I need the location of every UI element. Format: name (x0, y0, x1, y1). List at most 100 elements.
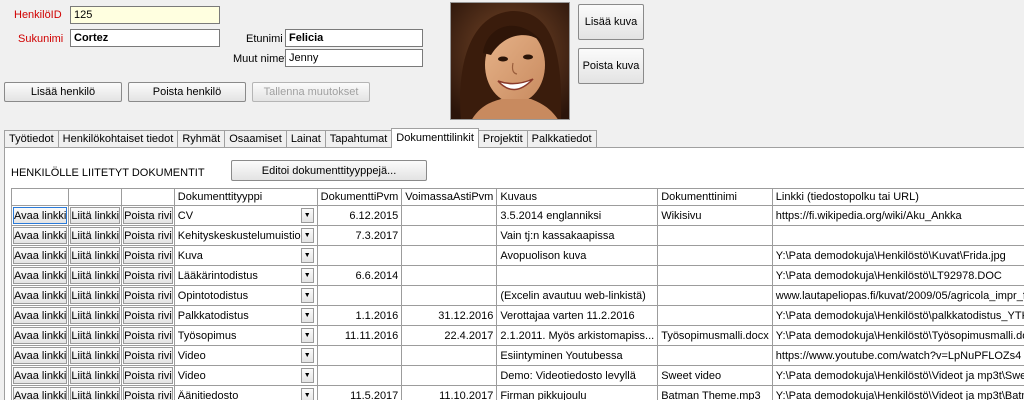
attach-link-button[interactable]: Liitä linkki (70, 327, 121, 344)
document-name-cell[interactable] (657, 285, 773, 306)
open-link-button[interactable]: Avaa linkki (13, 387, 68, 400)
description-cell[interactable]: Avopuolison kuva (496, 245, 659, 266)
link-cell[interactable] (771, 225, 1024, 246)
document-type-cell[interactable]: Palkkatodistus ▼ (173, 305, 318, 326)
chevron-down-icon[interactable]: ▼ (300, 348, 314, 363)
link-cell[interactable]: Y:\Pata demodokuja\Henkilöstö\Videot ja … (771, 365, 1024, 386)
lastname-field[interactable]: Cortez (70, 29, 220, 47)
document-date-cell[interactable]: 1.1.2016 (316, 305, 403, 326)
document-type-cell[interactable]: Kehityskeskustelumuistio ▼ (173, 225, 318, 246)
delete-row-button[interactable]: Poista rivi (123, 327, 173, 344)
document-date-cell[interactable]: 6.12.2015 (316, 205, 403, 226)
firstname-field[interactable]: Felicia (285, 29, 423, 47)
document-type-cell[interactable]: Lääkärintodistus ▼ (173, 265, 318, 286)
link-cell[interactable]: www.lautapeliopas.fi/kuvat/2009/05/agric… (771, 285, 1024, 306)
description-cell[interactable]: Esiintyminen Youtubessa (496, 345, 659, 366)
description-cell[interactable] (496, 265, 659, 286)
open-link-button[interactable]: Avaa linkki (13, 247, 68, 264)
description-cell[interactable]: Firman pikkujoulu (496, 385, 659, 400)
add-person-button[interactable]: Lisää henkilö (4, 82, 122, 102)
document-type-combo[interactable]: Opintotodistus ▼ (178, 288, 314, 303)
othernames-field[interactable]: Jenny (285, 49, 423, 67)
document-name-cell[interactable]: Wikisivu (657, 205, 773, 226)
tab-palkkatiedot[interactable]: Palkkatiedot (526, 130, 597, 148)
document-type-cell[interactable]: Työsopimus ▼ (173, 325, 318, 346)
tab-projektit[interactable]: Projektit (477, 130, 528, 148)
open-link-button[interactable]: Avaa linkki (13, 227, 68, 244)
attach-link-button[interactable]: Liitä linkki (70, 307, 121, 324)
attach-link-button[interactable]: Liitä linkki (70, 387, 121, 400)
tab-dokumenttilinkit[interactable]: Dokumenttilinkit (391, 128, 479, 148)
attach-link-button[interactable]: Liitä linkki (70, 247, 121, 264)
tab-henkilokohtaiset-tiedot[interactable]: Henkilökohtaiset tiedot (57, 130, 179, 148)
valid-until-cell[interactable] (401, 205, 498, 226)
document-type-cell[interactable]: Äänitiedosto ▼ (173, 385, 318, 400)
document-type-combo[interactable]: Äänitiedosto ▼ (178, 388, 314, 400)
chevron-down-icon[interactable]: ▼ (300, 228, 314, 243)
document-name-cell[interactable] (657, 245, 773, 266)
tab-ryhmat[interactable]: Ryhmät (177, 130, 226, 148)
add-image-button[interactable]: Lisää kuva (578, 4, 644, 40)
column-header-linkki[interactable]: Linkki (tiedostopolku tai URL) (771, 188, 1024, 206)
valid-until-cell[interactable] (401, 265, 498, 286)
delete-row-button[interactable]: Poista rivi (123, 387, 173, 400)
document-name-cell[interactable] (657, 225, 773, 246)
edit-document-types-button[interactable]: Editoi dokumenttityyppejä... (231, 160, 427, 181)
link-cell[interactable]: https://fi.wikipedia.org/wiki/Aku_Ankka (771, 205, 1024, 226)
valid-until-cell[interactable] (401, 225, 498, 246)
link-cell[interactable]: Y:\Pata demodokuja\Henkilöstö\Kuvat\Frid… (771, 245, 1024, 266)
document-type-cell[interactable]: Opintotodistus ▼ (173, 285, 318, 306)
document-date-cell[interactable] (316, 245, 403, 266)
delete-row-button[interactable]: Poista rivi (123, 227, 173, 244)
delete-row-button[interactable]: Poista rivi (123, 207, 173, 224)
column-header-kuvaus[interactable]: Kuvaus (496, 188, 659, 206)
document-type-cell[interactable]: CV ▼ (173, 205, 318, 226)
tab-osaamiset[interactable]: Osaamiset (224, 130, 287, 148)
link-cell[interactable]: Y:\Pata demodokuja\Henkilöstö\Videot ja … (771, 385, 1024, 400)
document-name-cell[interactable] (657, 345, 773, 366)
document-type-combo[interactable]: Lääkärintodistus ▼ (178, 268, 314, 283)
open-link-button[interactable]: Avaa linkki (13, 347, 68, 364)
delete-row-button[interactable]: Poista rivi (123, 307, 173, 324)
document-date-cell[interactable] (316, 345, 403, 366)
attach-link-button[interactable]: Liitä linkki (70, 287, 121, 304)
document-date-cell[interactable]: 7.3.2017 (316, 225, 403, 246)
valid-until-cell[interactable] (401, 245, 498, 266)
description-cell[interactable]: 3.5.2014 englanniksi (496, 205, 659, 226)
open-link-button[interactable]: Avaa linkki (13, 287, 68, 304)
link-cell[interactable]: Y:\Pata demodokuja\Henkilöstö\Työsopimus… (771, 325, 1024, 346)
document-name-cell[interactable] (657, 305, 773, 326)
document-type-combo[interactable]: Video ▼ (178, 368, 314, 383)
valid-until-cell[interactable] (401, 345, 498, 366)
document-date-cell[interactable]: 11.11.2016 (316, 325, 403, 346)
tab-tapahtumat[interactable]: Tapahtumat (324, 130, 393, 148)
column-header-dokumenttipvm[interactable]: DokumenttiPvm (316, 188, 403, 206)
valid-until-cell[interactable]: 22.4.2017 (401, 325, 498, 346)
open-link-button[interactable]: Avaa linkki (13, 367, 68, 384)
valid-until-cell[interactable] (401, 365, 498, 386)
attach-link-button[interactable]: Liitä linkki (70, 347, 121, 364)
document-date-cell[interactable] (316, 365, 403, 386)
document-type-cell[interactable]: Video ▼ (173, 365, 318, 386)
document-type-combo[interactable]: Kuva ▼ (178, 248, 314, 263)
document-name-cell[interactable]: Batman Theme.mp3 (657, 385, 773, 400)
delete-row-button[interactable]: Poista rivi (123, 367, 173, 384)
save-changes-button[interactable]: Tallenna muutokset (252, 82, 370, 102)
delete-image-button[interactable]: Poista kuva (578, 48, 644, 84)
attach-link-button[interactable]: Liitä linkki (70, 267, 121, 284)
valid-until-cell[interactable]: 31.12.2016 (401, 305, 498, 326)
chevron-down-icon[interactable]: ▼ (300, 288, 314, 303)
link-cell[interactable]: Y:\Pata demodokuja\Henkilöstö\LT92978.DO… (771, 265, 1024, 286)
document-type-combo[interactable]: CV ▼ (178, 208, 314, 223)
description-cell[interactable]: Vain tj:n kassakaapissa (496, 225, 659, 246)
description-cell[interactable]: 2.1.2011. Myös arkistomapiss... (496, 325, 659, 346)
delete-row-button[interactable]: Poista rivi (123, 287, 173, 304)
document-name-cell[interactable]: Työsopimusmalli.docx (657, 325, 773, 346)
description-cell[interactable]: Demo: Videotiedosto levyllä (496, 365, 659, 386)
document-name-cell[interactable] (657, 265, 773, 286)
column-header-voimassaastipvm[interactable]: VoimassaAstiPvm (401, 188, 498, 206)
description-cell[interactable]: (Excelin avautuu web-linkistä) (496, 285, 659, 306)
valid-until-cell[interactable] (401, 285, 498, 306)
delete-row-button[interactable]: Poista rivi (123, 347, 173, 364)
delete-person-button[interactable]: Poista henkilö (128, 82, 246, 102)
